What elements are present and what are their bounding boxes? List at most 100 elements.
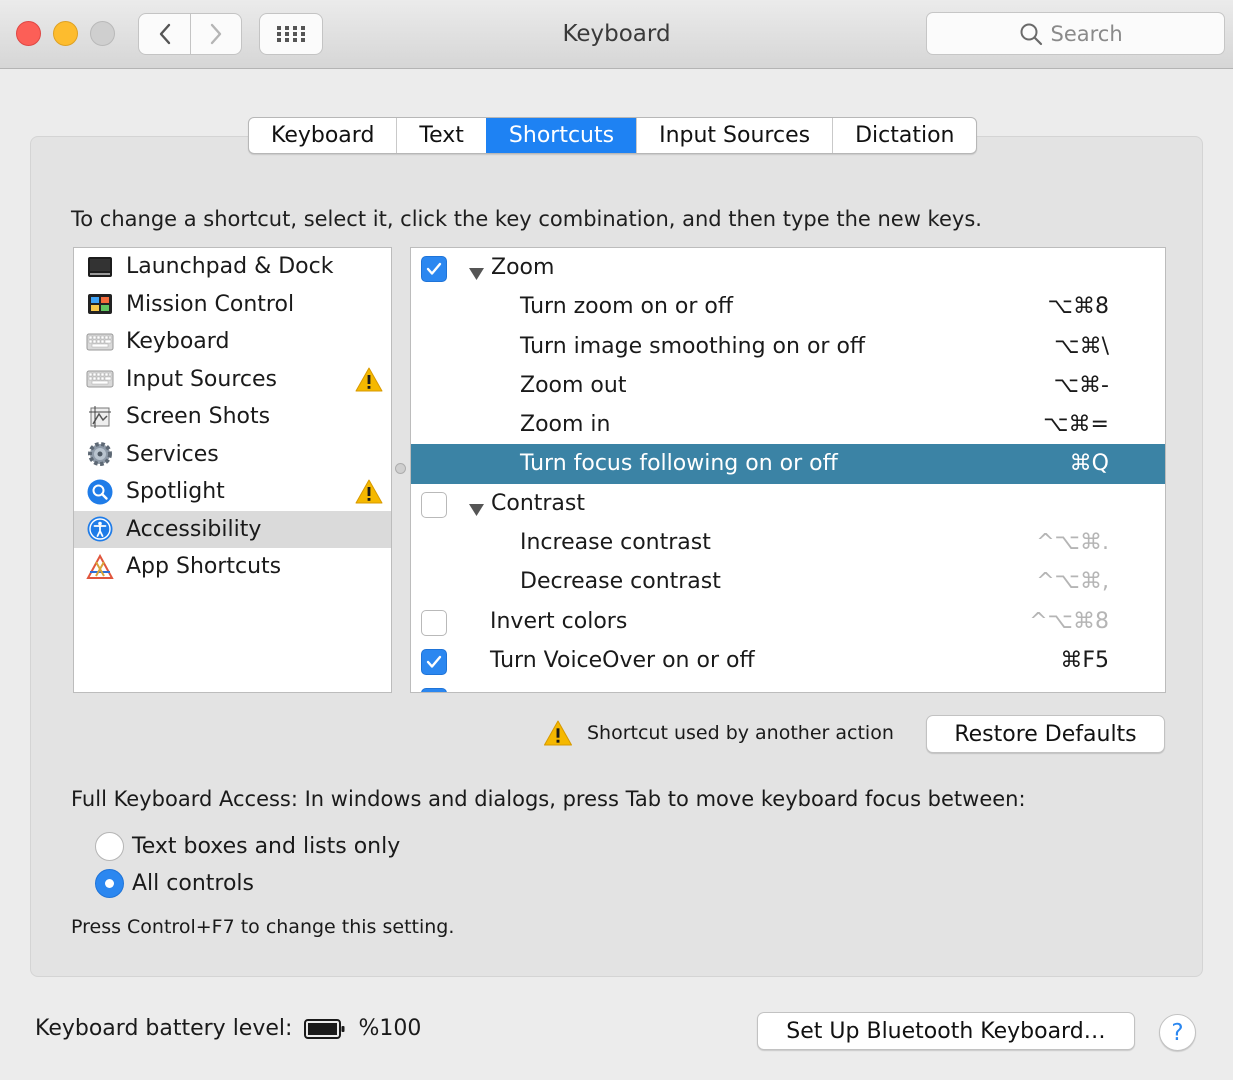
checkbox-partial[interactable] xyxy=(421,688,447,692)
category-item-app-shortcuts[interactable]: App Shortcuts xyxy=(74,548,391,586)
category-label: Input Sources xyxy=(126,366,277,392)
shortcut-keys[interactable]: ⌘F5 xyxy=(1060,648,1109,673)
checkmark-icon xyxy=(426,655,442,668)
category-item-input-sources[interactable]: Input Sources xyxy=(74,361,391,399)
shortcut-keys[interactable]: ⌘Q xyxy=(1070,451,1109,476)
instructions-text: To change a shortcut, select it, click t… xyxy=(71,207,982,231)
spotlight-icon xyxy=(86,478,114,506)
app-shortcuts-icon xyxy=(86,553,114,581)
shortcut-row[interactable]: Decrease contrast ^⌥⌘, xyxy=(411,562,1165,601)
accessibility-icon xyxy=(86,515,114,543)
category-label: Spotlight xyxy=(126,479,225,505)
shortcut-label: Contrast xyxy=(491,490,586,516)
shortcut-label: Turn zoom on or off xyxy=(520,294,734,320)
shortcut-row[interactable]: Turn VoiceOver on or off ⌘F5 xyxy=(411,641,1165,680)
radio-label: All controls xyxy=(132,871,254,896)
radio-text-boxes-and-lists[interactable]: Text boxes and lists only xyxy=(95,832,400,861)
tab-keyboard[interactable]: Keyboard xyxy=(249,118,396,153)
radio-button[interactable] xyxy=(95,832,124,861)
checkmark-icon xyxy=(426,262,442,275)
hint-text: Press Control+F7 to change this setting. xyxy=(71,916,455,938)
disclosure-triangle-icon[interactable] xyxy=(469,261,484,286)
category-label: Services xyxy=(126,441,219,467)
restore-defaults-button[interactable]: Restore Defaults xyxy=(926,715,1165,753)
shortcut-label: Zoom in xyxy=(520,412,611,438)
shortcut-label: Zoom out xyxy=(520,372,627,398)
battery-icon xyxy=(304,1018,345,1039)
shortcut-label: Increase contrast xyxy=(520,530,711,556)
shortcut-label: Invert colors xyxy=(490,608,628,634)
tab-bar: Keyboard Text Shortcuts Input Sources Di… xyxy=(248,117,978,154)
category-item-mission-control[interactable]: Mission Control xyxy=(74,286,391,324)
keyboard-icon xyxy=(86,328,114,356)
disclosure-triangle-icon[interactable] xyxy=(469,497,484,522)
search-field[interactable] xyxy=(926,12,1225,55)
shortcut-keys[interactable]: ⌥⌘= xyxy=(1043,412,1109,437)
shortcut-row[interactable]: Zoom in ⌥⌘= xyxy=(411,405,1165,444)
shortcut-row-partial[interactable] xyxy=(411,680,1165,692)
search-icon xyxy=(1020,23,1042,45)
mission-control-icon xyxy=(86,290,114,318)
screenshot-icon xyxy=(86,403,114,431)
shortcut-keys[interactable]: ^⌥⌘. xyxy=(1036,530,1109,555)
shortcut-keys[interactable]: ⌥⌘8 xyxy=(1048,294,1109,319)
help-button[interactable]: ? xyxy=(1159,1014,1196,1051)
category-label: Accessibility xyxy=(126,516,262,542)
checkbox-voiceover[interactable] xyxy=(421,648,447,675)
category-item-spotlight[interactable]: Spotlight xyxy=(74,473,391,511)
shortcut-label: Decrease contrast xyxy=(520,569,721,595)
category-label: Screen Shots xyxy=(126,404,271,430)
category-label: Mission Control xyxy=(126,291,295,317)
services-gear-icon xyxy=(86,440,114,468)
shortcut-row[interactable]: Turn image smoothing on or off ⌥⌘\ xyxy=(411,327,1165,366)
category-list[interactable]: Launchpad & Dock Mission Control Keyboar… xyxy=(73,247,392,693)
shortcut-row-selected[interactable]: Turn focus following on or off ⌘Q xyxy=(411,444,1165,484)
tab-shortcuts[interactable]: Shortcuts xyxy=(485,118,637,153)
checkbox-invert-colors[interactable] xyxy=(421,609,447,636)
shortcut-group-contrast[interactable]: Contrast xyxy=(411,484,1165,523)
checkbox-contrast[interactable] xyxy=(421,491,447,518)
warning-icon xyxy=(543,720,573,746)
checkbox-zoom[interactable] xyxy=(421,256,447,282)
battery-label: Keyboard battery level: xyxy=(35,1016,293,1041)
category-label: Keyboard xyxy=(126,329,230,355)
shortcut-row[interactable]: Turn zoom on or off ⌥⌘8 xyxy=(411,287,1165,326)
shortcut-row[interactable]: Invert colors ^⌥⌘8 xyxy=(411,602,1165,641)
shortcut-keys[interactable]: ^⌥⌘, xyxy=(1036,569,1109,594)
shortcut-keys[interactable]: ^⌥⌘8 xyxy=(1029,609,1109,634)
shortcut-label: Turn VoiceOver on or off xyxy=(490,647,755,673)
category-item-keyboard[interactable]: Keyboard xyxy=(74,323,391,361)
shortcut-group-zoom[interactable]: Zoom xyxy=(411,248,1165,287)
radio-button[interactable] xyxy=(95,869,124,898)
shortcut-keys[interactable]: ⌥⌘\ xyxy=(1054,334,1109,359)
setup-bluetooth-keyboard-button[interactable]: Set Up Bluetooth Keyboard… xyxy=(757,1012,1135,1050)
category-item-screen-shots[interactable]: Screen Shots xyxy=(74,398,391,436)
shortcut-row[interactable]: Increase contrast ^⌥⌘. xyxy=(411,523,1165,562)
shortcut-row[interactable]: Zoom out ⌥⌘- xyxy=(411,366,1165,405)
title-bar: Keyboard xyxy=(0,0,1233,69)
battery-value: %100 xyxy=(358,1016,422,1041)
warning-legend: Shortcut used by another action xyxy=(543,720,894,746)
tab-input-sources[interactable]: Input Sources xyxy=(636,118,832,153)
warning-icon xyxy=(355,479,383,510)
category-label: App Shortcuts xyxy=(126,554,282,580)
shortcut-label: Turn focus following on or off xyxy=(520,451,838,477)
split-view-handle[interactable] xyxy=(395,463,406,474)
category-item-accessibility[interactable]: Accessibility xyxy=(74,510,391,548)
warning-icon xyxy=(355,367,383,398)
category-item-services[interactable]: Services xyxy=(74,436,391,474)
search-input[interactable] xyxy=(1050,21,1133,46)
radio-label: Text boxes and lists only xyxy=(132,834,401,859)
tab-dictation[interactable]: Dictation xyxy=(832,118,976,153)
shortcut-keys[interactable]: ⌥⌘- xyxy=(1054,373,1109,398)
shortcut-label: Turn image smoothing on or off xyxy=(520,333,866,359)
shortcut-label: Zoom xyxy=(491,255,555,280)
full-keyboard-access-label: Full Keyboard Access: In windows and dia… xyxy=(71,787,1026,811)
input-sources-icon xyxy=(86,365,114,393)
warning-legend-text: Shortcut used by another action xyxy=(587,722,894,744)
radio-all-controls[interactable]: All controls xyxy=(95,869,254,898)
category-item-launchpad-dock[interactable]: Launchpad & Dock xyxy=(74,248,391,286)
tab-text[interactable]: Text xyxy=(396,118,486,153)
launchpad-dock-icon xyxy=(86,253,114,281)
shortcuts-list[interactable]: Zoom Turn zoom on or off ⌥⌘8 Turn image … xyxy=(410,247,1166,693)
